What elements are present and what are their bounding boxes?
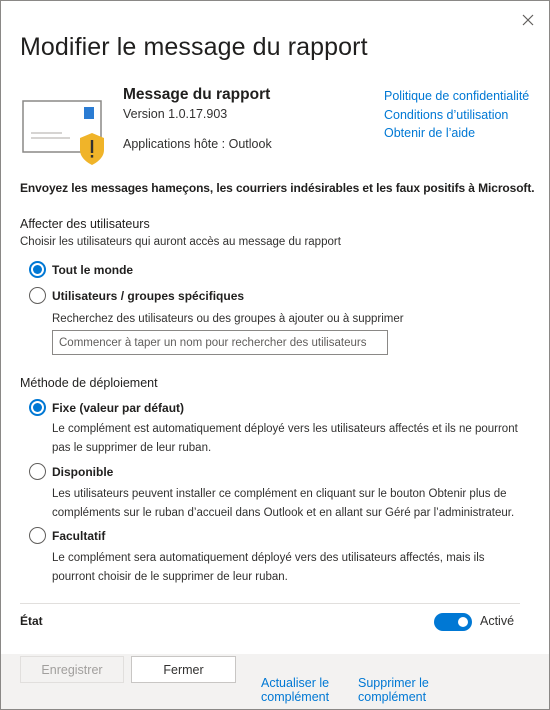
optional-help-text: Le complément sera automatiquement déplo… [52, 549, 522, 587]
addin-links: Politique de confidentialité Conditions … [384, 87, 529, 143]
addin-description: Envoyez les messages hameçons, les courr… [20, 181, 535, 195]
close-dialog-button[interactable]: Fermer [131, 656, 236, 683]
radio-specific-users[interactable]: Utilisateurs / groupes spécifiques [29, 287, 244, 304]
radio-unchecked-icon [29, 287, 46, 304]
state-label: État [20, 614, 43, 628]
fixed-help-line2: pas le supprimer de leur ruban. [52, 442, 212, 454]
update-addin-line2: complément [261, 690, 330, 704]
state-toggle[interactable] [434, 613, 472, 631]
available-help-text: Les utilisateurs peuvent installer ce co… [52, 485, 522, 523]
addin-info: Message du rapport Version 1.0.17.903 Ap… [123, 86, 272, 151]
report-message-icon [22, 100, 108, 166]
delete-addin-link[interactable]: Supprimer le complément [358, 676, 429, 704]
save-button[interactable]: Enregistrer [20, 656, 124, 683]
available-help-line1: Les utilisateurs peuvent installer ce co… [52, 488, 507, 500]
search-users-input[interactable] [52, 330, 388, 355]
fixed-help-text: Le complément est automatiquement déploy… [52, 420, 522, 458]
assign-users-title: Affecter des utilisateurs [20, 217, 150, 231]
state-toggle-label: Activé [480, 614, 515, 628]
radio-available-label: Disponible [52, 464, 114, 479]
radio-optional[interactable]: Facultatif [29, 527, 105, 544]
terms-of-use-link[interactable]: Conditions d’utilisation [384, 106, 529, 125]
optional-help-line1: Le complément sera automatiquement déplo… [52, 552, 485, 564]
privacy-policy-link[interactable]: Politique de confidentialité [384, 87, 529, 106]
radio-specific-users-label: Utilisateurs / groupes spécifiques [52, 288, 245, 303]
radio-unchecked-icon [29, 463, 46, 480]
radio-optional-label: Facultatif [52, 528, 106, 543]
assign-users-subtitle: Choisir les utilisateurs qui auront accè… [20, 236, 341, 248]
get-help-link[interactable]: Obtenir de l’aide [384, 124, 529, 143]
radio-everyone[interactable]: Tout le monde [29, 261, 133, 278]
fixed-help-line1: Le complément est automatiquement déploy… [52, 423, 518, 435]
radio-checked-icon [29, 261, 46, 278]
close-button[interactable] [518, 10, 538, 30]
optional-help-line2: pourront choisir de le supprimer de leur… [52, 571, 288, 583]
addin-hosts: Applications hôte : Outlook [123, 137, 272, 151]
dialog-title: Modifier le message du rapport [20, 33, 368, 61]
delete-addin-line1: Supprimer le [358, 676, 429, 690]
section-divider [20, 603, 520, 604]
radio-everyone-label: Tout le monde [52, 262, 134, 277]
deployment-method-title: Méthode de déploiement [20, 376, 158, 390]
radio-checked-icon [29, 399, 46, 416]
search-users-label: Recherchez des utilisateurs ou des group… [52, 313, 404, 325]
update-addin-line1: Actualiser le [261, 676, 330, 690]
radio-fixed-label: Fixe (valeur par défaut) [52, 400, 185, 415]
delete-addin-line2: complément [358, 690, 427, 704]
close-icon [522, 14, 534, 26]
available-help-line2: compléments sur le ruban d’accueil dans … [52, 507, 515, 519]
radio-available[interactable]: Disponible [29, 463, 113, 480]
addin-version: Version 1.0.17.903 [123, 107, 228, 121]
update-addin-link[interactable]: Actualiser le complément [261, 676, 329, 704]
addin-name: Message du rapport [123, 86, 271, 103]
radio-fixed[interactable]: Fixe (valeur par défaut) [29, 399, 184, 416]
radio-unchecked-icon [29, 527, 46, 544]
